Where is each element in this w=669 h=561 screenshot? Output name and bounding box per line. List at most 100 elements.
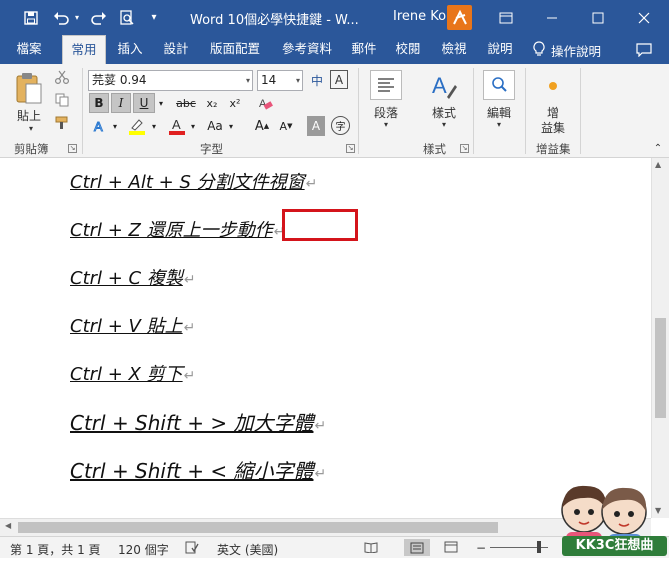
svg-text:A: A — [94, 119, 103, 134]
zoom-out-icon[interactable]: − — [476, 541, 486, 555]
styles-label[interactable]: 樣式 — [426, 104, 462, 121]
paragraph-dropdown-icon[interactable]: ▾ — [381, 120, 391, 129]
scroll-left-icon[interactable]: ◀ — [5, 521, 11, 530]
document-page[interactable]: Ctrl + Alt + S 分割文件視窗↵ Ctrl + Z 還原上一步動作↵… — [0, 158, 651, 518]
paragraph-icon[interactable] — [370, 70, 402, 100]
tab-review[interactable]: 校閱 — [390, 35, 426, 64]
styles-icon[interactable]: A — [428, 70, 460, 102]
doc-line[interactable]: Ctrl + Shift + > 加大字體↵ — [70, 407, 326, 436]
word-count[interactable]: 120 個字 — [118, 541, 169, 558]
strikethrough-button[interactable]: abc — [174, 93, 198, 113]
doc-line[interactable]: Ctrl + Z 還原上一步動作↵ — [70, 216, 285, 242]
undo-icon[interactable] — [50, 0, 72, 35]
doc-line[interactable]: Ctrl + Alt + S 分割文件視窗↵ — [70, 168, 317, 194]
highlight-dropdown-icon[interactable]: ▾ — [149, 116, 159, 136]
tab-view[interactable]: 檢視 — [436, 35, 472, 64]
paragraph-label[interactable]: 段落 — [368, 104, 404, 121]
font-color-icon[interactable]: A — [166, 116, 188, 136]
tab-references[interactable]: 參考資料 — [276, 35, 338, 64]
font-color-dropdown-icon[interactable]: ▾ — [188, 116, 198, 136]
tab-mailings[interactable]: 郵件 — [346, 35, 382, 64]
doc-line[interactable]: Ctrl + Shift + < 縮小字體↵ — [70, 455, 326, 484]
change-case-dropdown-icon[interactable]: ▾ — [226, 116, 236, 136]
scroll-up-icon[interactable]: ▲ — [655, 160, 661, 169]
underline-button[interactable]: U — [133, 93, 155, 113]
subscript-button[interactable]: x₂ — [202, 93, 222, 113]
redo-icon[interactable] — [88, 0, 110, 35]
vertical-scroll-thumb[interactable] — [655, 318, 666, 418]
customize-qat-icon[interactable]: ▾ — [146, 0, 162, 35]
horizontal-scroll-thumb[interactable] — [18, 522, 498, 533]
tab-layout[interactable]: 版面配置 — [204, 35, 266, 64]
bold-button[interactable]: B — [89, 93, 109, 113]
text-effects-dropdown-icon[interactable]: ▾ — [110, 116, 120, 136]
character-shading-button[interactable]: A — [307, 116, 325, 136]
save-icon[interactable] — [20, 0, 42, 35]
doc-line[interactable]: Ctrl + C 複製↵ — [70, 264, 196, 290]
underline-dropdown-icon[interactable]: ▾ — [155, 93, 167, 113]
collapse-ribbon-icon[interactable]: ⌃ — [652, 142, 664, 154]
font-group-label: 字型 — [200, 142, 223, 156]
tell-me-box[interactable]: 操作說明 — [533, 39, 601, 61]
tab-design[interactable]: 設計 — [158, 35, 194, 64]
format-painter-icon[interactable] — [52, 114, 72, 132]
paste-icon[interactable] — [14, 70, 44, 106]
paste-dropdown-icon[interactable]: ▾ — [26, 124, 36, 133]
copy-icon[interactable] — [52, 91, 72, 109]
doc-line-text: Ctrl + C 複製 — [70, 268, 183, 289]
print-preview-icon[interactable] — [116, 0, 138, 35]
grow-font-button[interactable]: A ▲ — [252, 116, 272, 136]
cut-icon[interactable] — [52, 68, 72, 86]
font-launcher-icon[interactable]: ↘ — [346, 144, 355, 153]
addins-label-line2[interactable]: 益集 — [538, 119, 568, 136]
styles-launcher-icon[interactable]: ↘ — [460, 144, 469, 153]
phonetic-guide-button[interactable]: 中 — [307, 70, 327, 91]
underline-label: U — [139, 96, 149, 110]
highlight-color-icon[interactable] — [126, 116, 148, 136]
language-status[interactable]: 英文 (美國) — [217, 541, 278, 558]
proofing-icon[interactable] — [185, 541, 199, 557]
shrink-font-button[interactable]: A ▼ — [276, 116, 296, 136]
text-effects-icon[interactable]: A — [90, 116, 110, 136]
minimize-icon[interactable] — [529, 0, 575, 35]
clipboard-launcher-icon[interactable]: ↘ — [68, 144, 77, 153]
find-icon[interactable] — [483, 70, 515, 100]
tab-help[interactable]: 說明 — [482, 35, 518, 64]
clear-formatting-icon[interactable]: A — [255, 93, 275, 113]
doc-line[interactable]: Ctrl + V 貼上↵ — [70, 312, 195, 338]
avatar[interactable] — [447, 5, 472, 30]
print-layout-icon[interactable] — [404, 539, 430, 556]
superscript-button[interactable]: x² — [225, 93, 245, 113]
group-separator — [82, 68, 83, 154]
character-border-button[interactable]: A — [330, 70, 348, 89]
zoom-slider-handle[interactable] — [537, 541, 541, 553]
tab-home[interactable]: 常用 — [62, 35, 106, 64]
enclose-characters-button[interactable]: 字 — [331, 116, 350, 135]
web-layout-icon[interactable] — [444, 541, 458, 556]
italic-button[interactable]: I — [111, 93, 131, 113]
doc-line[interactable]: Ctrl + X 剪下↵ — [70, 360, 195, 386]
styles-dropdown-icon[interactable]: ▾ — [439, 120, 449, 129]
tab-file[interactable]: 檔案 — [5, 35, 53, 64]
ribbon-display-options-icon[interactable] — [483, 0, 529, 35]
ribbon-tabs: 檔案 常用 插入 設計 版面配置 參考資料 郵件 校閱 檢視 說明 操作說明 — [0, 35, 669, 64]
comments-icon[interactable] — [636, 39, 652, 61]
tab-insert[interactable]: 插入 — [112, 35, 148, 64]
addins-icon[interactable] — [543, 78, 563, 94]
change-case-button[interactable]: Aa — [204, 116, 226, 136]
maximize-icon[interactable] — [575, 0, 621, 35]
editing-label[interactable]: 編輯 — [481, 104, 517, 121]
undo-dropdown-icon[interactable]: ▾ — [72, 0, 82, 35]
read-mode-icon[interactable] — [364, 541, 378, 556]
editing-dropdown-icon[interactable]: ▾ — [494, 120, 504, 129]
font-name-select[interactable]: 芫荽 0.94 ▾ — [88, 70, 253, 91]
user-name[interactable]: Irene Ko — [393, 9, 446, 24]
page-count[interactable]: 第 1 頁，共 1 頁 — [10, 541, 101, 558]
paste-label[interactable]: 貼上 — [14, 107, 44, 124]
vertical-scrollbar[interactable]: ▲ ▼ — [651, 158, 669, 518]
font-size-select[interactable]: 14 ▾ — [257, 70, 303, 91]
doc-line-text: Ctrl + Alt + S 分割文件視窗 — [70, 172, 305, 193]
close-icon[interactable] — [621, 0, 667, 35]
enclose-characters-label: 字 — [335, 122, 346, 133]
group-separator — [358, 68, 359, 154]
